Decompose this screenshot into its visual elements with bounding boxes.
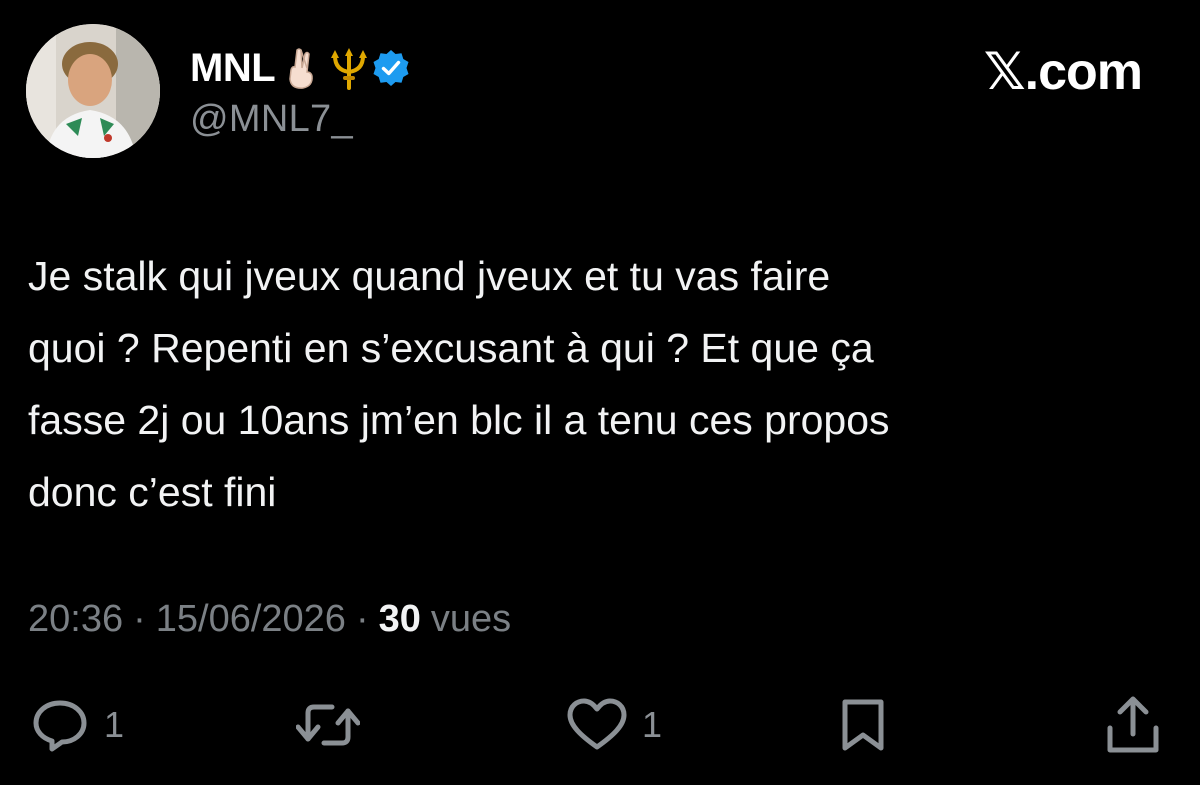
avatar[interactable] [26,24,160,158]
meta-separator: · [355,598,369,640]
author-display-name[interactable]: MNL [190,46,276,91]
bookmark-button[interactable] [836,690,890,760]
x-brand-logo: 𝕏.com [983,43,1143,101]
tweet-card: MNL @MNL7_ 𝕏.com Je stalk qui jveux quan… [0,0,1200,785]
reply-icon [33,700,87,752]
verified-badge-icon [371,48,411,88]
like-button[interactable]: 1 [566,690,662,760]
repost-button[interactable] [296,690,360,760]
meta-separator: · [133,598,146,640]
author-name-row: MNL [190,40,411,96]
views-count: 30 [378,598,421,640]
bookmark-icon [842,699,884,751]
tweet-date[interactable]: 15/06/2026 [156,598,346,641]
reply-button[interactable]: 1 [30,690,124,760]
tweet-text: Je stalk qui jveux quand jveux et tu vas… [28,253,890,515]
like-count: 1 [642,704,663,745]
tweet-actions-bar: 1 1 [0,690,1200,760]
share-button[interactable] [1104,690,1162,760]
views-label: vues [430,598,512,640]
author-handle[interactable]: @MNL7_ [190,98,353,141]
trident-emoji-icon [327,46,368,90]
share-icon [1107,696,1159,753]
avatar-image [26,24,160,158]
reply-count: 1 [104,704,125,745]
tweet-time[interactable]: 20:36 [28,598,123,641]
heart-icon [567,698,627,750]
crossed-fingers-emoji-icon [283,46,319,90]
tweet-meta: 20:36 · 15/06/2026 · 30 vues [28,598,511,641]
repost-icon [296,704,360,746]
